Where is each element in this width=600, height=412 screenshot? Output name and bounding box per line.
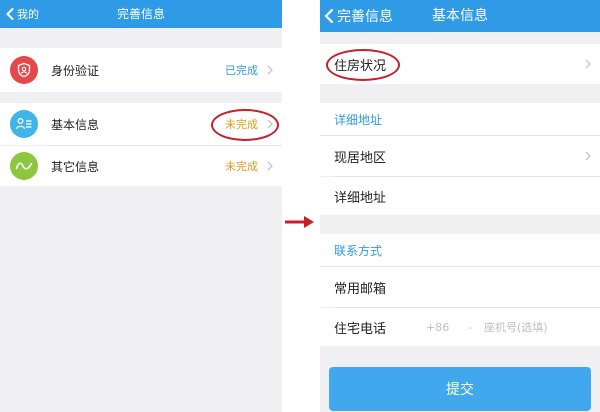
back-label: 完善信息	[337, 9, 393, 25]
phone-input[interactable]: 座机号(选填)	[484, 319, 548, 335]
chevron-left-icon	[324, 8, 334, 24]
page-title: 基本信息	[432, 8, 488, 24]
section-title-address: 详细地址	[320, 103, 600, 135]
complete-info-screen: 我的 完善信息 身份验证 已完成 基本信息 未完成 其它信息 未完成	[0, 0, 282, 412]
basic-info-screen: 完善信息 基本信息 住房状况 详细地址 现居地区 详细地址 联系方式 常用邮箱 …	[320, 0, 600, 412]
chevron-right-icon	[267, 161, 273, 171]
current-region-label: 现居地区	[334, 150, 387, 166]
submit-button[interactable]: 提交	[329, 367, 591, 411]
phone-country-code: +86	[426, 320, 450, 334]
chevron-right-icon	[585, 59, 591, 69]
wave-icon	[10, 152, 38, 180]
section-title-contact: 联系方式	[320, 234, 600, 266]
highlight-ellipse	[211, 109, 279, 141]
person-card-icon	[10, 110, 38, 138]
page-title: 完善信息	[116, 7, 165, 21]
email-label: 常用邮箱	[334, 281, 387, 297]
arrow-right-icon	[285, 216, 314, 228]
home-phone-row[interactable]: 住宅电话 +86 - 座机号(选填)	[320, 308, 600, 346]
shield-icon	[10, 56, 38, 84]
list-item-label: 身份验证	[51, 63, 100, 78]
list-item-other-info[interactable]: 其它信息 未完成	[0, 146, 282, 186]
detail-address-label: 详细地址	[334, 190, 387, 206]
navbar: 完善信息 基本信息	[320, 0, 600, 32]
chevron-right-icon	[585, 151, 591, 161]
detail-address-row[interactable]: 详细地址	[320, 177, 600, 215]
status-badge: 已完成	[225, 64, 258, 77]
phone-separator: -	[468, 320, 472, 334]
current-region-row[interactable]: 现居地区	[320, 136, 600, 176]
home-phone-label: 住宅电话	[334, 321, 387, 337]
highlight-ellipse	[326, 49, 400, 81]
status-badge: 未完成	[225, 160, 258, 173]
list-item-identity[interactable]: 身份验证 已完成	[0, 48, 282, 92]
email-row[interactable]: 常用邮箱	[320, 267, 600, 307]
navbar: 我的 完善信息	[0, 0, 282, 28]
list-item-label: 其它信息	[51, 159, 100, 174]
back-button[interactable]: 完善信息	[324, 0, 393, 32]
list-item-label: 基本信息	[51, 117, 100, 132]
chevron-right-icon	[267, 65, 273, 75]
